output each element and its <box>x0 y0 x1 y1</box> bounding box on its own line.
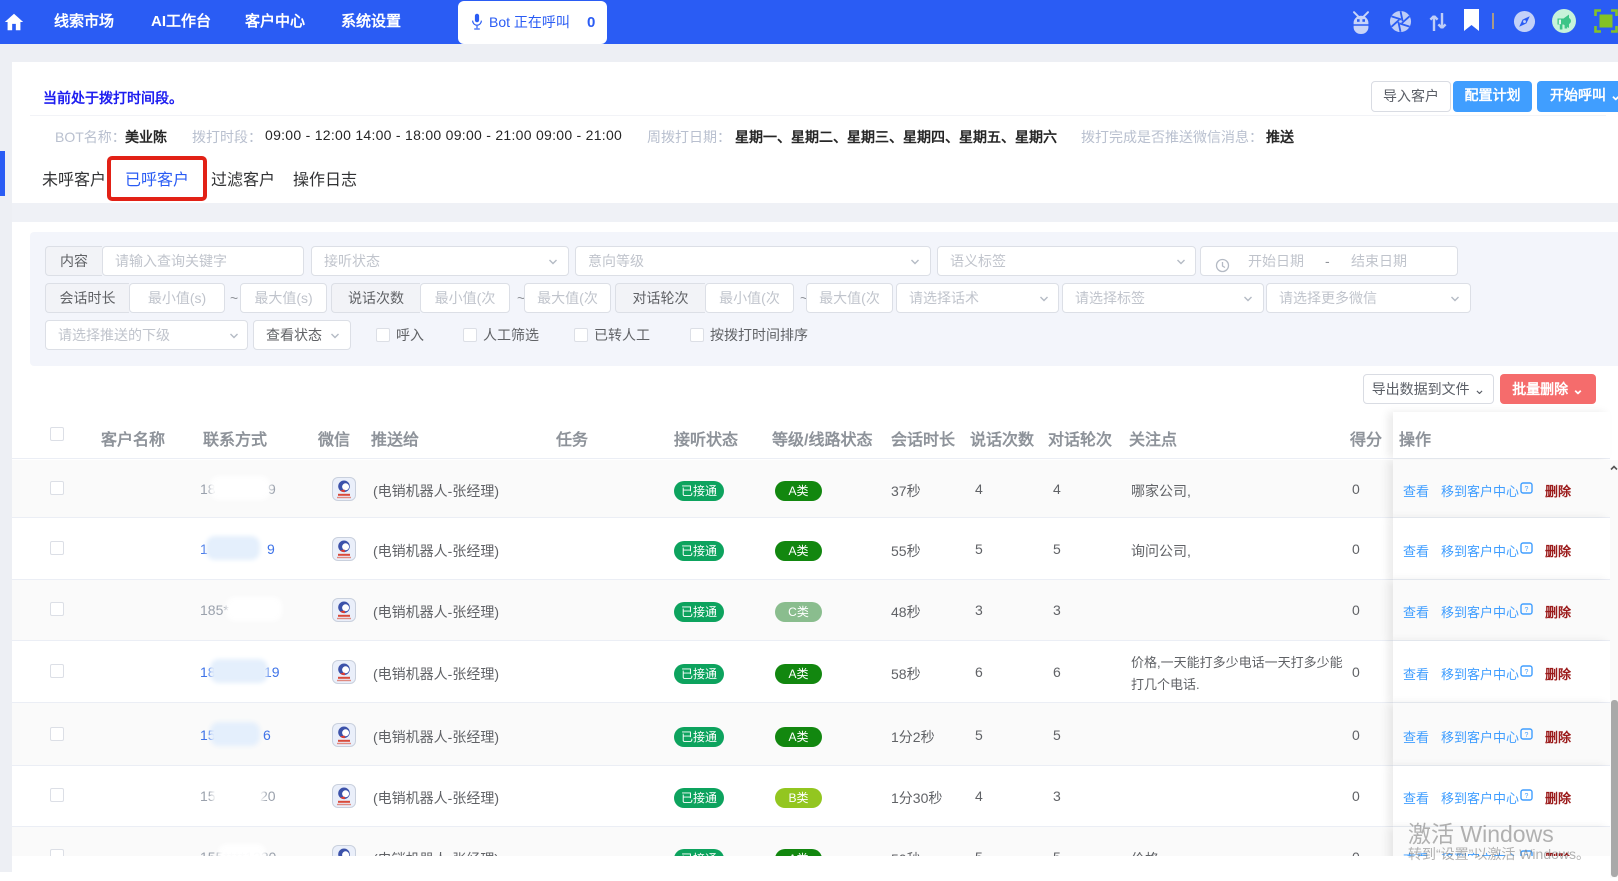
svg-text:?: ? <box>1525 732 1529 739</box>
svg-text:?: ? <box>1525 793 1529 800</box>
svg-text:?: ? <box>1525 669 1529 676</box>
svg-text:?: ? <box>1525 546 1529 553</box>
svg-text:?: ? <box>1525 486 1529 493</box>
svg-text:?: ? <box>1525 607 1529 614</box>
